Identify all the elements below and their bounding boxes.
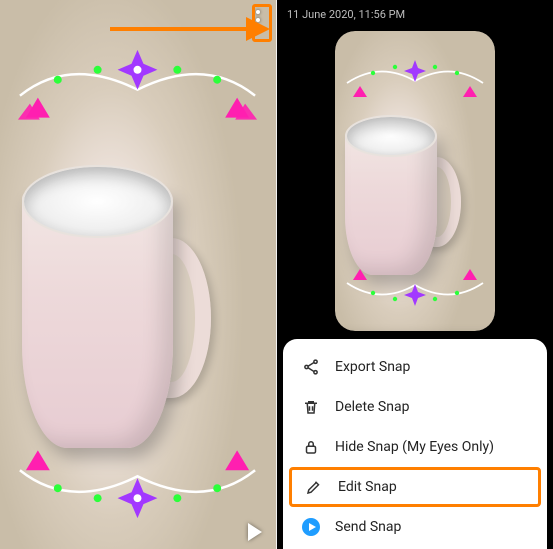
hide-snap-item[interactable]: Hide Snap (My Eyes Only) <box>283 427 547 467</box>
edit-snap-item[interactable]: Edit Snap <box>289 467 541 507</box>
menu-item-label: Edit Snap <box>338 479 397 495</box>
snap-action-sheet: Export Snap Delete Snap Hide Snap (My Ey… <box>283 339 547 549</box>
mug-illustration <box>22 165 215 472</box>
menu-item-label: Hide Snap (My Eyes Only) <box>335 439 494 455</box>
send-arrow-icon[interactable] <box>248 523 262 541</box>
send-snap-item[interactable]: Send Snap <box>283 507 547 547</box>
trash-icon <box>301 397 321 417</box>
pencil-icon <box>304 477 324 497</box>
snap-timestamp: 11 June 2020, 11:56 PM <box>277 0 553 27</box>
callout-arrow <box>110 14 270 44</box>
snap-photo <box>0 0 276 549</box>
menu-item-label: Export Snap <box>335 359 410 375</box>
export-snap-item[interactable]: Export Snap <box>283 347 547 387</box>
snap-preview[interactable] <box>335 31 495 331</box>
share-icon <box>301 357 321 377</box>
send-icon <box>301 517 321 537</box>
snap-full-view <box>0 0 277 549</box>
menu-item-label: Send Snap <box>335 519 401 535</box>
lock-icon <box>301 437 321 457</box>
snap-options-view: 11 June 2020, 11:56 PM <box>277 0 553 549</box>
menu-item-label: Delete Snap <box>335 399 409 415</box>
delete-snap-item[interactable]: Delete Snap <box>283 387 547 427</box>
